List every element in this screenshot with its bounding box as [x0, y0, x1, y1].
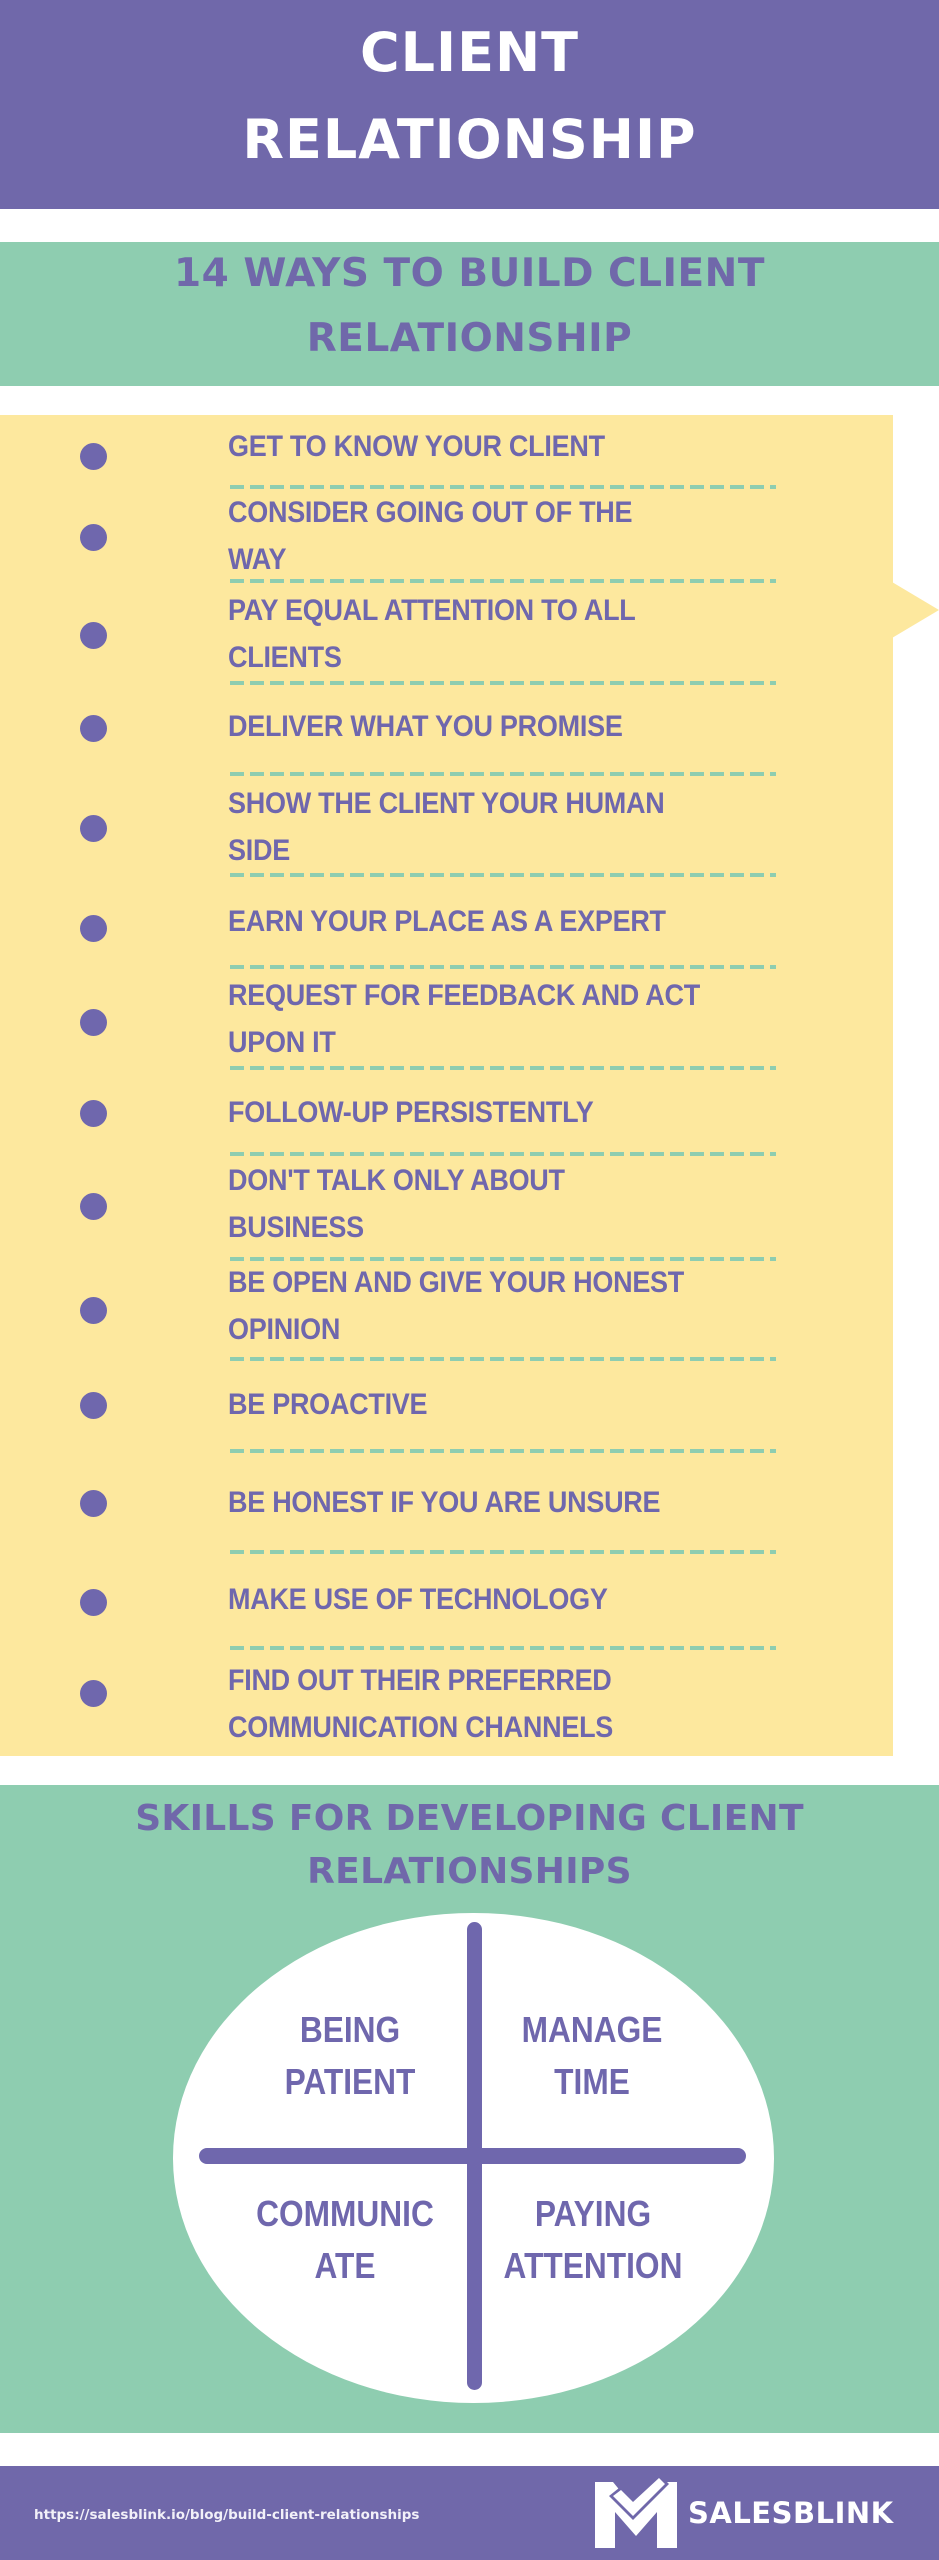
list-arrow-pointer: [892, 582, 939, 638]
dashed-divider: [230, 1066, 776, 1070]
dashed-divider: [230, 1646, 776, 1650]
list-item-line: DELIVER WHAT YOU PROMISE: [228, 710, 623, 743]
ways-title-line-2: RELATIONSHIP: [306, 316, 633, 361]
dashed-divider: [230, 1152, 776, 1156]
dashed-divider: [230, 772, 776, 776]
list-item: BE PROACTIVE: [228, 1381, 768, 1428]
dashed-divider: [230, 1550, 776, 1554]
list-item-line: BUSINESS: [228, 1211, 364, 1244]
list-item-line: SHOW THE CLIENT YOUR HUMAN: [228, 787, 665, 820]
skill-line: PAYING: [534, 2193, 652, 2234]
bullet-dot-icon: [80, 1392, 107, 1419]
skill-line: MANAGE: [521, 2009, 663, 2050]
dashed-divider: [230, 965, 776, 969]
dashed-divider: [230, 1449, 776, 1453]
bullet-dot-icon: [80, 1490, 107, 1517]
bullet-dot-icon: [80, 1100, 107, 1127]
list-item: PAY EQUAL ATTENTION TO ALL CLIENTS: [228, 587, 768, 681]
bullet-dot-icon: [80, 622, 107, 649]
list-item-line: COMMUNICATION CHANNELS: [228, 1711, 614, 1744]
ways-title-line-1: 14 WAYS TO BUILD CLIENT: [174, 251, 765, 296]
skill-communicate: COMMUNIC ATE: [239, 2188, 450, 2292]
list-item-line: MAKE USE OF TECHNOLOGY: [228, 1583, 608, 1616]
list-item-line: PAY EQUAL ATTENTION TO ALL: [228, 594, 636, 627]
skills-title-line-2: RELATIONSHIPS: [307, 1851, 632, 1892]
skill-line: BEING: [299, 2009, 401, 2050]
bullet-dot-icon: [80, 1193, 107, 1220]
list-item: BE OPEN AND GIVE YOUR HONEST OPINION: [228, 1259, 768, 1353]
bullet-dot-icon: [80, 915, 107, 942]
list-item: BE HONEST IF YOU ARE UNSURE: [228, 1479, 768, 1526]
skill-line: PATIENT: [284, 2061, 416, 2102]
list-item: EARN YOUR PLACE AS A EXPERT: [228, 898, 768, 945]
header-title-line-2: RELATIONSHIP: [242, 108, 697, 171]
list-item-line: CLIENTS: [228, 641, 342, 674]
bullet-dot-icon: [80, 1680, 107, 1707]
ways-title-band: 14 WAYS TO BUILD CLIENT RELATIONSHIP: [0, 242, 939, 386]
bullet-dot-icon: [80, 524, 107, 551]
skill-line: COMMUNIC: [256, 2193, 434, 2234]
bullet-dot-icon: [80, 1009, 107, 1036]
list-item-line: OPINION: [228, 1313, 341, 1346]
list-item: CONSIDER GOING OUT OF THE WAY: [228, 489, 768, 583]
list-item-line: EARN YOUR PLACE AS A EXPERT: [228, 905, 666, 938]
list-item: MAKE USE OF TECHNOLOGY: [228, 1576, 768, 1623]
list-item-line: BE OPEN AND GIVE YOUR HONEST: [228, 1266, 685, 1299]
list-item: DELIVER WHAT YOU PROMISE: [228, 703, 768, 750]
list-item-line: FIND OUT THEIR PREFERRED: [228, 1664, 612, 1697]
skill-paying-attention: PAYING ATTENTION: [492, 2188, 694, 2292]
quadrant-divider-horizontal: [199, 2148, 746, 2164]
list-item: FOLLOW-UP PERSISTENTLY: [228, 1089, 768, 1136]
dashed-divider: [230, 873, 776, 877]
skill-line: ATTENTION: [503, 2245, 683, 2286]
list-item-line: FOLLOW-UP PERSISTENTLY: [228, 1096, 594, 1129]
dashed-divider: [230, 1357, 776, 1361]
skills-title-line-1: SKILLS FOR DEVELOPING CLIENT: [135, 1798, 804, 1839]
dashed-divider: [230, 681, 776, 685]
bullet-dot-icon: [80, 1589, 107, 1616]
list-item-line: BE HONEST IF YOU ARE UNSURE: [228, 1486, 661, 1519]
list-item-line: GET TO KNOW YOUR CLIENT: [228, 430, 605, 463]
list-item: REQUEST FOR FEEDBACK AND ACT UPON IT: [228, 972, 768, 1066]
list-item-line: SIDE: [228, 834, 290, 867]
skill-being-patient: BEING PATIENT: [249, 2004, 451, 2108]
header-title-line-1: CLIENT: [359, 21, 580, 84]
skill-manage-time: MANAGE TIME: [495, 2004, 689, 2108]
list-item-line: REQUEST FOR FEEDBACK AND ACT: [228, 979, 700, 1012]
list-item-line: WAY: [228, 543, 287, 576]
brand-name[interactable]: SALESBLINK: [688, 2496, 894, 2530]
bullet-dot-icon: [80, 815, 107, 842]
list-item: DON'T TALK ONLY ABOUT BUSINESS: [228, 1157, 768, 1251]
list-item: GET TO KNOW YOUR CLIENT: [228, 423, 768, 470]
skill-line: TIME: [554, 2061, 630, 2102]
salesblink-logo-icon[interactable]: [595, 2476, 677, 2548]
footer-url-link[interactable]: https://salesblink.io/blog/build-client-…: [34, 2505, 419, 2525]
list-item-line: BE PROACTIVE: [228, 1388, 428, 1421]
list-item-line: DON'T TALK ONLY ABOUT: [228, 1164, 565, 1197]
list-item: FIND OUT THEIR PREFERRED COMMUNICATION C…: [228, 1657, 768, 1751]
list-item-line: CONSIDER GOING OUT OF THE: [228, 496, 633, 529]
list-item: SHOW THE CLIENT YOUR HUMAN SIDE: [228, 780, 768, 874]
dashed-divider: [230, 579, 776, 583]
bullet-dot-icon: [80, 1297, 107, 1324]
bullet-dot-icon: [80, 443, 107, 470]
skill-line: ATE: [314, 2245, 376, 2286]
bullet-dot-icon: [80, 715, 107, 742]
header-banner: CLIENT RELATIONSHIP: [0, 0, 939, 209]
list-item-line: UPON IT: [228, 1026, 336, 1059]
